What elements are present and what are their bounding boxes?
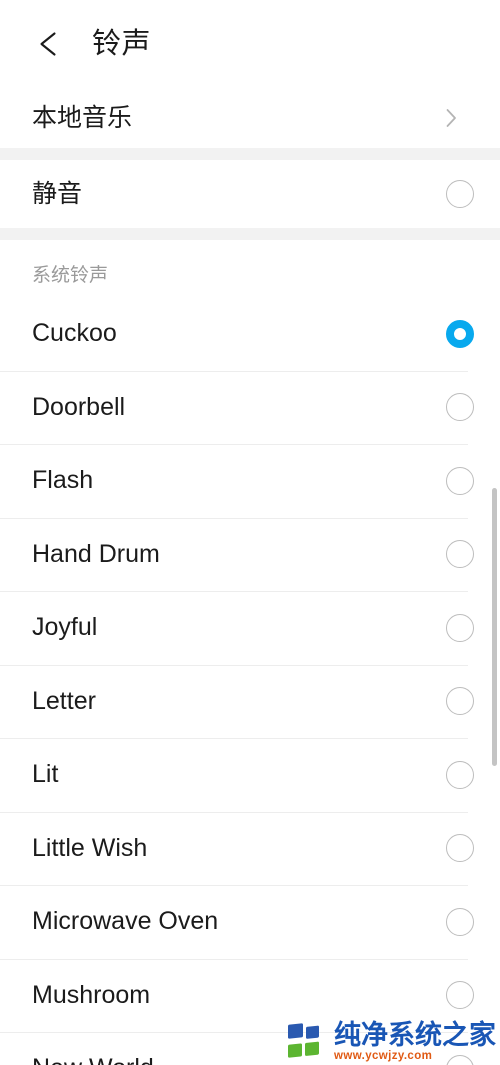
ringtone-label: Lit bbox=[32, 760, 59, 789]
ringtone-row[interactable]: Mushroom bbox=[0, 958, 500, 1032]
ringtone-radio[interactable] bbox=[446, 1054, 474, 1065]
ringtone-row[interactable]: Microwave Oven bbox=[0, 885, 500, 959]
local-music-row[interactable]: 本地音乐 bbox=[0, 88, 500, 148]
arrow-left-icon bbox=[40, 32, 56, 56]
ringtone-label: New World bbox=[32, 1056, 154, 1065]
ringtone-label: Joyful bbox=[32, 613, 98, 642]
ringtone-row[interactable]: Flash bbox=[0, 444, 500, 518]
ringtone-label: Doorbell bbox=[32, 392, 126, 421]
ringtone-radio[interactable] bbox=[446, 319, 474, 348]
ringtone-radio[interactable] bbox=[446, 466, 474, 495]
ringtone-row[interactable]: Lit bbox=[0, 738, 500, 812]
back-button[interactable] bbox=[32, 27, 66, 61]
ringtone-row[interactable]: Doorbell bbox=[0, 370, 500, 444]
ringtone-radio[interactable] bbox=[446, 613, 474, 642]
section-title: 系统铃声 bbox=[32, 265, 109, 286]
chevron-right-icon bbox=[446, 109, 456, 127]
section-divider-band-2 bbox=[0, 228, 500, 240]
silent-row[interactable]: 静音 bbox=[0, 160, 500, 228]
ringtone-radio[interactable] bbox=[446, 540, 474, 569]
silent-label: 静音 bbox=[32, 179, 83, 208]
ringtone-label: Microwave Oven bbox=[32, 907, 219, 936]
ringtone-radio[interactable] bbox=[446, 760, 474, 789]
ringtone-label: Little Wish bbox=[32, 833, 148, 862]
ringtone-radio[interactable] bbox=[446, 907, 474, 936]
system-ringtones-section-header: 系统铃声 bbox=[0, 240, 500, 297]
ringtone-settings-screen: 铃声 本地音乐 静音 系统铃声 Cuckoo Doorbell Flash Hand … bbox=[0, 0, 500, 1065]
ringtone-radio[interactable] bbox=[446, 393, 474, 422]
ringtone-label: Letter bbox=[32, 686, 96, 715]
ringtone-list: Cuckoo Doorbell Flash Hand Drum Joyful Letter… bbox=[0, 297, 500, 1065]
vertical-scrollbar[interactable] bbox=[492, 488, 497, 766]
ringtone-label: Cuckoo bbox=[32, 319, 117, 348]
ringtone-label: Hand Drum bbox=[32, 539, 160, 568]
local-music-label: 本地音乐 bbox=[32, 103, 133, 132]
ringtone-radio[interactable] bbox=[446, 981, 474, 1010]
ringtone-radio[interactable] bbox=[446, 834, 474, 863]
silent-radio[interactable] bbox=[446, 180, 474, 208]
ringtone-row[interactable]: Cuckoo bbox=[0, 297, 500, 371]
ringtone-row[interactable]: Hand Drum bbox=[0, 517, 500, 591]
ringtone-label: Flash bbox=[32, 466, 94, 495]
ringtone-radio[interactable] bbox=[446, 687, 474, 716]
section-divider-band-1 bbox=[0, 148, 500, 160]
ringtone-row[interactable]: Joyful bbox=[0, 591, 500, 665]
page-title: 铃声 bbox=[92, 27, 152, 60]
app-header: 铃声 bbox=[0, 0, 500, 88]
ringtone-row[interactable]: Letter bbox=[0, 664, 500, 738]
ringtone-row[interactable]: Little Wish bbox=[0, 811, 500, 885]
ringtone-row[interactable]: New World bbox=[0, 1032, 500, 1065]
ringtone-label: Mushroom bbox=[32, 980, 151, 1009]
